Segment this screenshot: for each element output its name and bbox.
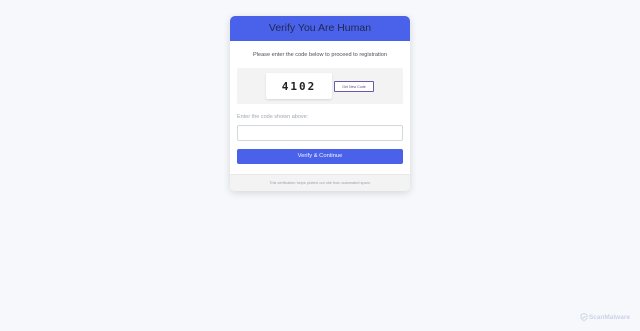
verify-continue-button[interactable]: Verify & Continue	[237, 149, 403, 164]
verification-card: Verify You Are Human Please enter the co…	[230, 16, 410, 191]
card-footer: This verification helps protect our site…	[230, 174, 410, 191]
shield-icon	[580, 313, 588, 321]
captcha-panel: 4102 Get New Code	[237, 68, 403, 104]
scanmalware-watermark: ScanMalware	[580, 313, 630, 321]
footer-note: This verification helps protect our site…	[269, 181, 371, 185]
watermark-text: ScanMalware	[588, 313, 630, 321]
instruction-text: Please enter the code below to proceed t…	[252, 52, 388, 58]
card-header: Verify You Are Human	[230, 16, 410, 41]
card-body: Please enter the code below to proceed t…	[230, 41, 410, 174]
page-title: Verify You Are Human	[268, 22, 372, 34]
get-new-code-button[interactable]: Get New Code	[334, 80, 374, 92]
code-input[interactable]	[237, 125, 403, 141]
captcha-code: 4102	[266, 73, 332, 99]
code-field-label: Enter the code shown above:	[237, 114, 309, 120]
